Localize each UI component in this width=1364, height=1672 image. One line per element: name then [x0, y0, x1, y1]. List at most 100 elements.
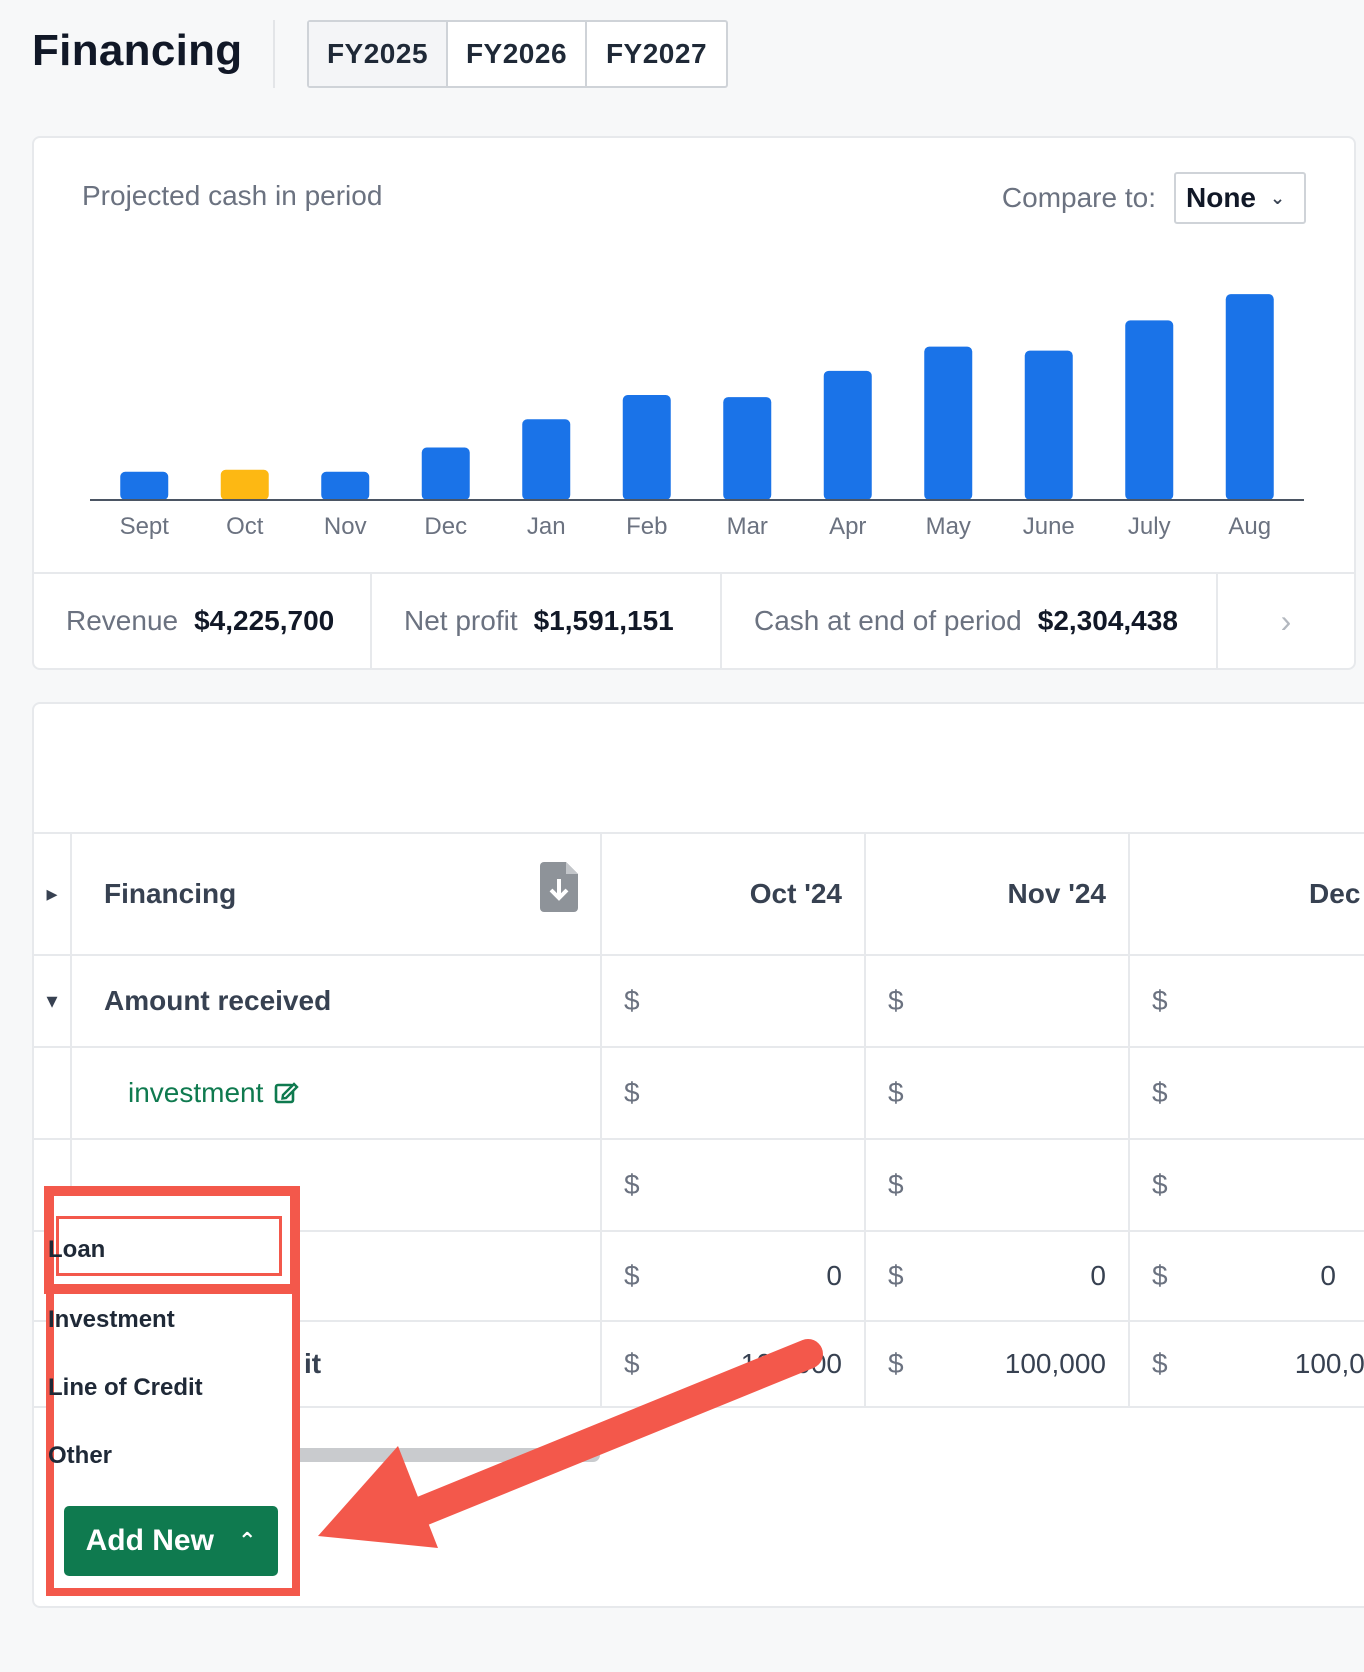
currency-symbol: $ — [624, 985, 640, 1016]
bar-june[interactable] — [1024, 350, 1073, 500]
amount-cell[interactable]: $100,000 — [866, 1322, 1130, 1406]
amount-cell[interactable]: $0 — [602, 1232, 866, 1320]
currency-symbol: $ — [888, 1077, 904, 1108]
stat-revenue: Revenue $4,225,700 — [34, 574, 372, 668]
bar-sept[interactable] — [120, 471, 169, 500]
month-label: Nov '24 — [1007, 878, 1106, 909]
month-label: Dec '24 — [1309, 878, 1364, 909]
cash-chart-card: Projected cash in period Compare to: Non… — [32, 136, 1356, 670]
amount-value: 100,000 — [740, 1348, 842, 1379]
currency-symbol: $ — [1152, 1348, 1168, 1379]
table-row: ▾ Amount received $ $ $ — [34, 954, 1364, 1046]
stat-value: $2,304,438 — [1037, 605, 1178, 636]
amount-cell[interactable]: $ — [866, 1048, 1130, 1138]
table-header-row: ▸ Financing Oct '24 Nov '24 Dec '24 — [34, 832, 1364, 954]
bar-aug[interactable] — [1225, 294, 1274, 500]
amount-cell[interactable]: $ — [602, 1140, 866, 1230]
add-new-button[interactable]: Add New ⌃ — [64, 1506, 278, 1576]
tab-fy2027[interactable]: FY2027 — [587, 22, 726, 86]
x-tick-label: June — [1023, 513, 1075, 540]
column-header-month: Oct '24 — [602, 834, 866, 954]
amount-cell[interactable]: $ — [866, 1140, 1130, 1230]
projected-cash-bar-chart: Sept Oct Nov Dec Jan Feb Mar Apr May June July Aug — [90, 294, 1304, 540]
amount-cell[interactable]: $100,000 — [602, 1322, 866, 1406]
x-tick-label: Jan — [527, 513, 566, 540]
month-label: Oct '24 — [749, 878, 842, 909]
tab-fy2026[interactable]: FY2026 — [448, 22, 587, 86]
row-label-text: it — [304, 1348, 322, 1379]
stat-value: $4,225,700 — [194, 605, 335, 636]
x-tick-label: Sept — [120, 513, 170, 540]
bar-may[interactable] — [924, 346, 973, 500]
bar-nov[interactable] — [321, 471, 370, 500]
x-tick-label: July — [1128, 513, 1171, 540]
bar-mar[interactable] — [723, 397, 772, 500]
x-tick-label: May — [926, 513, 971, 540]
amount-cell[interactable]: $ — [1130, 956, 1364, 1046]
currency-symbol: $ — [1152, 1169, 1168, 1200]
stat-net-profit: Net profit $1,591,151 — [372, 574, 722, 668]
page-title: Financing — [32, 26, 243, 75]
menu-item-line-of-credit[interactable]: Line of Credit — [48, 1374, 203, 1402]
currency-symbol: $ — [1152, 985, 1168, 1016]
amount-cell[interactable]: $ — [1130, 1048, 1364, 1138]
summary-stats: Revenue $4,225,700 Net profit $1,591,151… — [34, 572, 1354, 668]
amount-value: 100,000 — [1294, 1348, 1364, 1379]
bar-apr[interactable] — [823, 370, 872, 500]
amount-cell[interactable]: $100,000 — [1130, 1322, 1364, 1406]
currency-symbol: $ — [888, 985, 904, 1016]
amount-cell[interactable]: $0 — [866, 1232, 1130, 1320]
amount-value: 0 — [1320, 1260, 1336, 1291]
x-tick-label: Oct — [226, 513, 264, 540]
bar-dec[interactable] — [421, 447, 470, 500]
amount-cell[interactable]: $ — [1130, 1140, 1364, 1230]
menu-item-other[interactable]: Other — [48, 1442, 112, 1470]
export-download-icon[interactable] — [538, 862, 580, 912]
edit-icon[interactable] — [273, 1080, 300, 1106]
stat-label: Cash at end of period — [754, 605, 1022, 636]
title-divider — [273, 20, 275, 88]
amount-value: 0 — [826, 1260, 842, 1291]
x-tick-label: Aug — [1228, 513, 1271, 540]
chevron-up-icon: ⌃ — [237, 1528, 257, 1553]
currency-symbol: $ — [888, 1260, 904, 1291]
currency-symbol: $ — [624, 1260, 640, 1291]
x-tick-label: Apr — [829, 513, 866, 540]
currency-symbol: $ — [1152, 1260, 1168, 1291]
stat-cash-end: Cash at end of period $2,304,438 — [722, 574, 1218, 668]
currency-symbol: $ — [888, 1348, 904, 1379]
x-tick-label: Feb — [626, 513, 667, 540]
currency-symbol: $ — [624, 1169, 640, 1200]
menu-item-investment[interactable]: Investment — [48, 1306, 175, 1334]
investment-link[interactable]: investment — [72, 1048, 602, 1138]
column-header-month: Nov '24 — [866, 834, 1130, 954]
currency-symbol: $ — [624, 1077, 640, 1108]
horizontal-scrollbar[interactable] — [278, 1448, 600, 1462]
bar-feb[interactable] — [622, 395, 671, 500]
row-spacer — [34, 1048, 72, 1138]
menu-item-loan[interactable]: Loan — [48, 1236, 105, 1264]
amount-cell[interactable]: $ — [866, 956, 1130, 1046]
amount-cell[interactable]: $0 — [1130, 1232, 1364, 1320]
chevron-right-icon[interactable]: › — [1218, 574, 1354, 668]
investment-label[interactable]: investment — [128, 1077, 263, 1109]
amount-cell[interactable]: $ — [602, 956, 866, 1046]
x-tick-label: Mar — [727, 513, 768, 540]
tab-fy2025[interactable]: FY2025 — [309, 22, 448, 86]
currency-symbol: $ — [624, 1348, 640, 1379]
currency-symbol: $ — [888, 1169, 904, 1200]
amount-cell[interactable]: $ — [602, 1048, 866, 1138]
bar-jan[interactable] — [522, 419, 571, 500]
expand-icon[interactable]: ▸ — [34, 834, 72, 954]
x-tick-label: Nov — [324, 513, 367, 540]
bar-oct[interactable] — [220, 469, 269, 500]
add-new-label: Add New — [85, 1524, 214, 1557]
bar-july[interactable] — [1125, 320, 1174, 500]
currency-symbol: $ — [1152, 1077, 1168, 1108]
fiscal-year-tabs: FY2025 FY2026 FY2027 — [307, 20, 728, 88]
column-header-financing: Financing — [72, 834, 602, 954]
stat-value: $1,591,151 — [533, 605, 674, 636]
collapse-icon[interactable]: ▾ — [34, 956, 72, 1046]
row-label: Amount received — [72, 956, 602, 1046]
stat-label: Net profit — [404, 605, 518, 636]
